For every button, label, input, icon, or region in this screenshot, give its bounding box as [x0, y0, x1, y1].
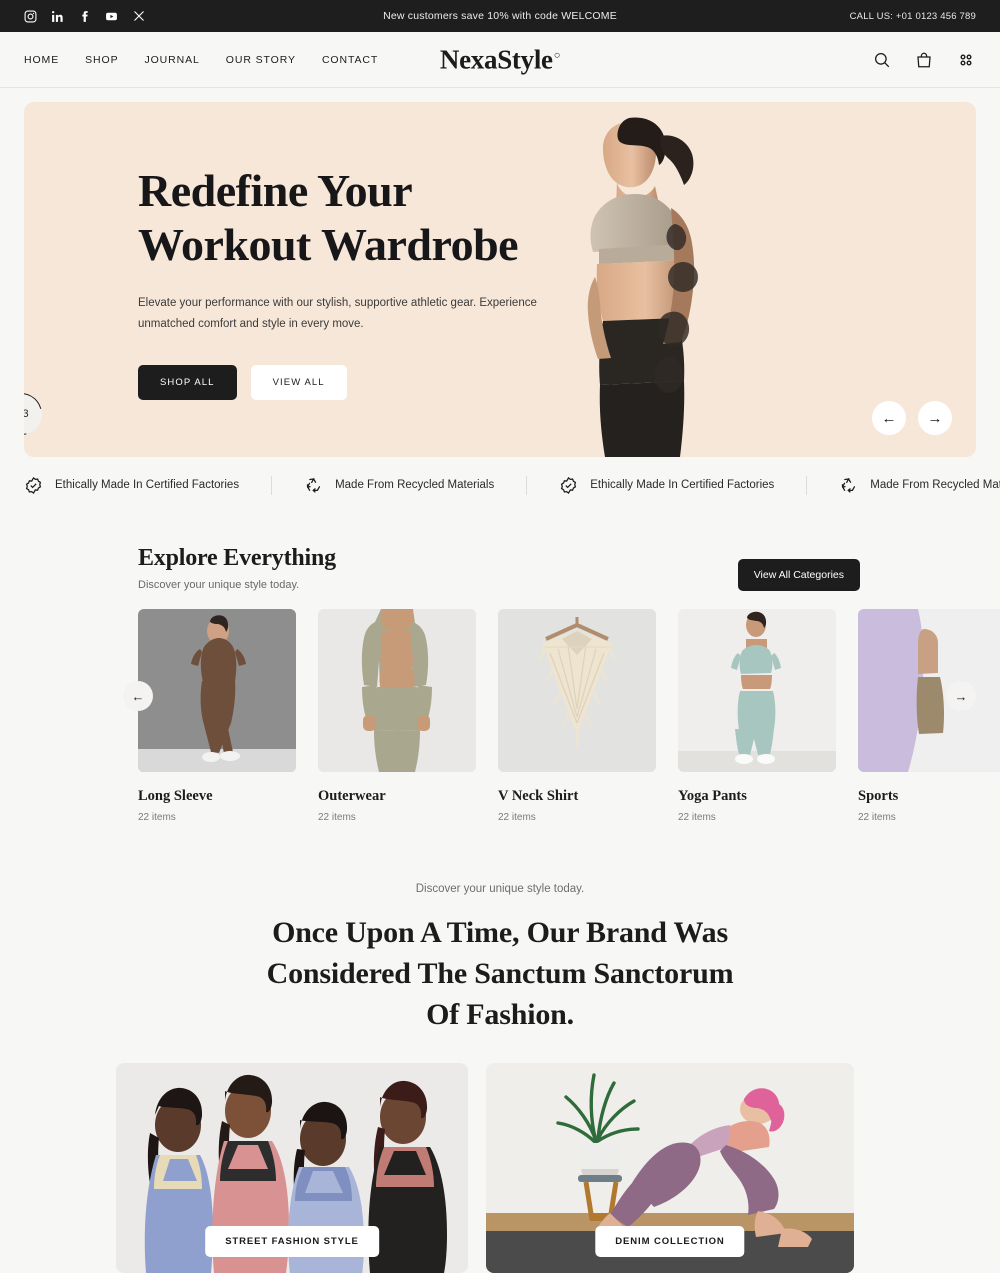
- nav-item-home[interactable]: HOME: [24, 54, 59, 66]
- category-card[interactable]: Outerwear 22 items: [318, 609, 476, 823]
- instagram-icon[interactable]: [24, 10, 37, 23]
- promo-text: New customers save 10% with code WELCOME: [383, 10, 617, 22]
- category-item-count: 22 items: [858, 812, 896, 823]
- hero-title-line-2: Workout Wardrobe: [138, 219, 519, 271]
- hero-section: Redefine Your Workout Wardrobe Elevate y…: [0, 88, 1000, 457]
- category-name: Sports: [858, 788, 899, 804]
- category-card[interactable]: V Neck Shirt 22 items: [498, 609, 656, 823]
- hero-copy: Redefine Your Workout Wardrobe Elevate y…: [24, 102, 584, 457]
- story-headline-line-3: Of Fashion.: [426, 997, 574, 1031]
- category-card[interactable]: Long Sleeve 22 items: [138, 609, 296, 823]
- feature-item: Ethically Made In Certified Factories: [24, 475, 273, 495]
- explore-section: Explore Everything Discover your unique …: [0, 513, 1000, 823]
- social-links: [24, 10, 284, 23]
- hero-next-button[interactable]: →: [918, 401, 952, 435]
- category-name: Long Sleeve: [138, 788, 213, 804]
- category-image-v-neck-shirt: [498, 609, 656, 772]
- story-eyebrow: Discover your unique style today.: [415, 883, 585, 895]
- gallery-section: STREET FASHION STYLE DENIM COLLECTION: [0, 1035, 1000, 1273]
- facebook-icon[interactable]: [78, 10, 91, 23]
- feature-label: Made From Recycled Materials: [870, 479, 1000, 491]
- youtube-icon[interactable]: [105, 10, 118, 23]
- feature-item: Ethically Made In Certified Factories: [559, 475, 808, 495]
- category-image-long-sleeve: [138, 609, 296, 772]
- feature-item: Made From Recycled Materials: [304, 475, 528, 495]
- explore-header: Explore Everything Discover your unique …: [24, 513, 976, 609]
- shop-all-button[interactable]: SHOP ALL: [138, 365, 237, 401]
- category-card[interactable]: Yoga Pants 22 items: [678, 609, 836, 823]
- feature-label: Ethically Made In Certified Factories: [55, 479, 240, 491]
- gallery-card-denim-collection[interactable]: DENIM COLLECTION: [486, 1063, 854, 1273]
- brand-name: NexaStyle: [439, 44, 553, 74]
- feature-label: Made From Recycled Materials: [335, 479, 495, 491]
- main-navbar: HOME SHOP JOURNAL OUR STORY CONTACT Nexa…: [0, 32, 1000, 88]
- story-headline-line-1: Once Upon A Time, Our Brand Was: [272, 916, 728, 949]
- explore-subtitle: Discover your unique style today.: [138, 579, 300, 591]
- view-all-button[interactable]: VIEW ALL: [250, 365, 347, 401]
- explore-heading-group: Explore Everything Discover your unique …: [138, 545, 336, 591]
- category-track: Long Sleeve 22 items Outerwear 22 items …: [138, 609, 1000, 823]
- verified-badge-icon: [559, 476, 578, 495]
- category-prev-button[interactable]: ←: [123, 681, 153, 711]
- shopping-bag-icon[interactable]: [914, 50, 934, 70]
- hero-description: Elevate your performance with our stylis…: [138, 296, 537, 330]
- category-item-count: 22 items: [678, 812, 716, 823]
- category-image-outerwear: [318, 609, 476, 772]
- recycle-icon: [304, 476, 323, 495]
- verified-badge-icon: [24, 476, 43, 495]
- story-headline-line-2: Considered The Sanctum Sanctorum: [266, 956, 734, 990]
- hero-prev-button[interactable]: ←: [872, 401, 906, 435]
- search-icon[interactable]: [872, 50, 892, 70]
- nav-item-contact[interactable]: CONTACT: [322, 54, 378, 66]
- category-name: Yoga Pants: [678, 788, 747, 804]
- phone-number: CALL US: +01 0123 456 789: [849, 10, 976, 22]
- grid-menu-icon[interactable]: [956, 50, 976, 70]
- category-item-count: 22 items: [318, 812, 356, 823]
- nav-actions: [872, 50, 976, 70]
- category-card[interactable]: Sports 22 items: [858, 609, 1000, 823]
- brand-story-section: Discover your unique style today. Once U…: [0, 823, 1000, 1035]
- view-all-categories-button[interactable]: View All Categories: [737, 559, 860, 591]
- category-image-sports: [858, 609, 1000, 772]
- story-headline: Once Upon A Time, Our Brand Was Consider…: [24, 913, 976, 1035]
- hero-title: Redefine Your Workout Wardrobe: [138, 164, 584, 273]
- category-image-yoga-pants: [678, 609, 836, 772]
- category-next-button[interactable]: →: [946, 681, 976, 711]
- explore-title: Explore Everything: [138, 545, 336, 571]
- gallery-card-street-fashion[interactable]: STREET FASHION STYLE: [116, 1063, 468, 1273]
- category-item-count: 22 items: [498, 812, 536, 823]
- feature-strip: Ethically Made In Certified Factories Ma…: [0, 457, 1000, 513]
- gallery-badge-button[interactable]: DENIM COLLECTION: [595, 1226, 745, 1258]
- brand-logo[interactable]: NexaStyle○: [440, 44, 560, 75]
- hero-carousel-nav: ← →: [872, 401, 952, 435]
- linkedin-icon[interactable]: [51, 10, 64, 23]
- recycle-icon: [839, 476, 858, 495]
- hero-buttons: SHOP ALL VIEW ALL: [138, 365, 584, 401]
- category-name: Outerwear: [318, 788, 386, 804]
- category-name: V Neck Shirt: [498, 788, 579, 804]
- feature-item: Made From Recycled Materials: [839, 476, 1000, 495]
- nav-item-journal[interactable]: JOURNAL: [144, 54, 199, 66]
- hero-banner: Redefine Your Workout Wardrobe Elevate y…: [24, 102, 976, 457]
- feature-label: Ethically Made In Certified Factories: [590, 479, 775, 491]
- category-item-count: 22 items: [138, 812, 176, 823]
- brand-mark: ○: [553, 49, 561, 61]
- primary-nav: HOME SHOP JOURNAL OUR STORY CONTACT: [24, 54, 378, 66]
- x-icon[interactable]: [132, 10, 145, 23]
- hero-title-line-1: Redefine Your: [138, 165, 413, 216]
- gallery-badge-button[interactable]: STREET FASHION STYLE: [205, 1226, 379, 1258]
- category-carousel: Long Sleeve 22 items Outerwear 22 items …: [24, 609, 1000, 823]
- announcement-bar: New customers save 10% with code WELCOME…: [0, 0, 1000, 32]
- nav-item-our-story[interactable]: OUR STORY: [226, 54, 296, 66]
- nav-item-shop[interactable]: SHOP: [85, 54, 118, 66]
